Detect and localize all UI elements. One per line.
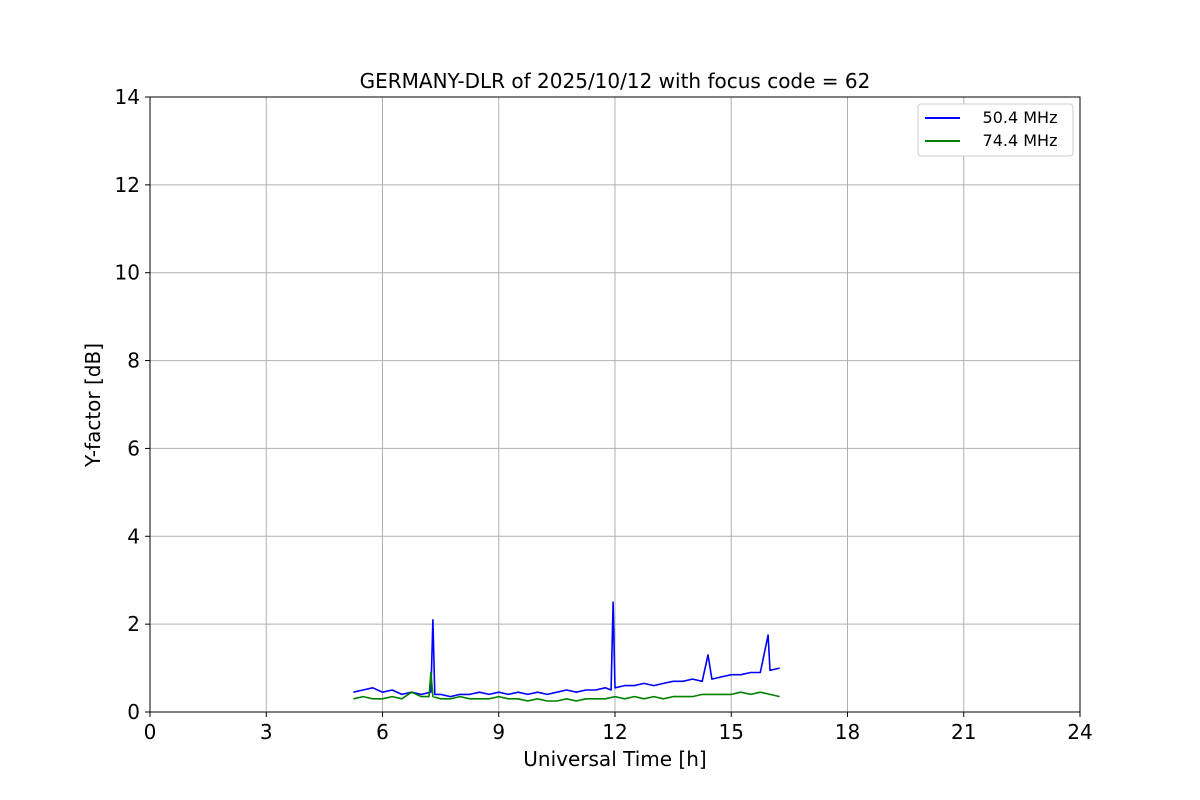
y-tick-label: 0 bbox=[127, 700, 140, 724]
x-tick-label: 6 bbox=[376, 720, 389, 744]
legend-label: 50.4 MHz bbox=[983, 108, 1058, 127]
legend-label: 74.4 MHz bbox=[983, 131, 1058, 150]
x-tick-label: 12 bbox=[602, 720, 627, 744]
chart: GERMANY-DLR of 2025/10/12 with focus cod… bbox=[0, 0, 1200, 800]
x-tick-label: 21 bbox=[951, 720, 976, 744]
y-axis-label: Y-factor [dB] bbox=[81, 343, 105, 468]
y-tick-label: 10 bbox=[115, 261, 140, 285]
x-axis-label: Universal Time [h] bbox=[523, 747, 706, 771]
x-tick-label: 24 bbox=[1067, 720, 1092, 744]
x-tick-label: 3 bbox=[260, 720, 273, 744]
y-tick-label: 4 bbox=[127, 524, 140, 548]
chart-title: GERMANY-DLR of 2025/10/12 with focus cod… bbox=[360, 69, 871, 93]
y-tick-label: 14 bbox=[115, 85, 140, 109]
x-tick-label: 15 bbox=[719, 720, 744, 744]
y-tick-label: 2 bbox=[127, 612, 140, 636]
x-tick-label: 18 bbox=[835, 720, 860, 744]
y-tick-label: 8 bbox=[127, 349, 140, 373]
y-tick-label: 6 bbox=[127, 436, 140, 460]
x-tick-label: 0 bbox=[144, 720, 157, 744]
x-tick-label: 9 bbox=[492, 720, 505, 744]
legend: 50.4 MHz 74.4 MHz bbox=[917, 103, 1074, 157]
y-tick-label: 12 bbox=[115, 173, 140, 197]
